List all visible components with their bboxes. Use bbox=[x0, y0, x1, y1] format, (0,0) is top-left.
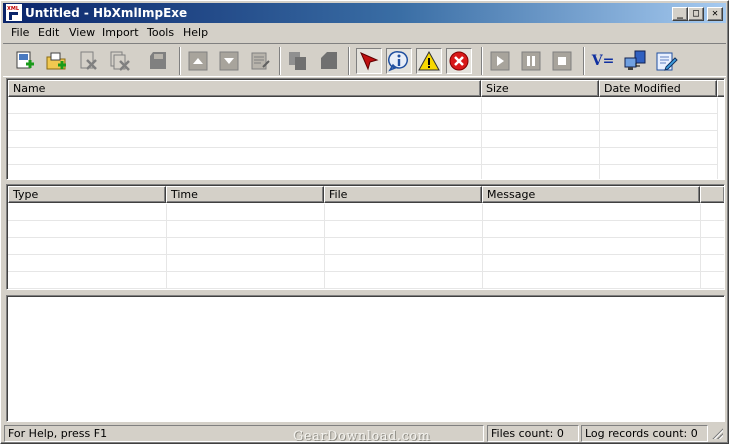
column-header-filler bbox=[700, 186, 724, 203]
toolbar-separator bbox=[179, 47, 181, 75]
grid-line bbox=[599, 98, 600, 179]
resize-grip[interactable] bbox=[711, 427, 723, 439]
log-list[interactable]: Type Time File Message bbox=[6, 184, 725, 290]
grid-line bbox=[481, 98, 482, 179]
toolbar: V= bbox=[3, 43, 726, 77]
grid-line bbox=[8, 288, 724, 289]
menu-file[interactable]: File bbox=[9, 26, 31, 39]
properties-icon[interactable] bbox=[247, 48, 273, 74]
menu-import[interactable]: Import bbox=[100, 26, 141, 39]
svg-text:XML: XML bbox=[7, 6, 20, 12]
column-header-date-modified[interactable]: Date Modified bbox=[599, 80, 717, 97]
grid-line bbox=[8, 164, 718, 165]
error-icon[interactable] bbox=[446, 48, 472, 74]
grid-line bbox=[8, 113, 718, 114]
column-header-filler bbox=[717, 80, 724, 97]
output-pane[interactable] bbox=[6, 295, 725, 422]
column-header-size[interactable]: Size bbox=[481, 80, 599, 97]
grid-line bbox=[8, 237, 724, 238]
pause-icon[interactable] bbox=[518, 48, 544, 74]
column-header-name[interactable]: Name bbox=[8, 80, 481, 97]
column-header-file[interactable]: File bbox=[324, 186, 482, 203]
remove-all-icon[interactable] bbox=[107, 48, 133, 74]
pointer-icon[interactable] bbox=[356, 48, 382, 74]
xml-app-icon: XML bbox=[6, 4, 22, 21]
toolbar-separator bbox=[481, 47, 483, 75]
add-folder-icon[interactable] bbox=[43, 48, 69, 74]
window-title: Untitled - HbXmlImpExe bbox=[25, 6, 188, 20]
grid-line bbox=[324, 204, 325, 289]
minimize-button[interactable]: _ bbox=[672, 7, 688, 21]
move-up-icon[interactable] bbox=[185, 48, 211, 74]
move-down-icon[interactable] bbox=[216, 48, 242, 74]
play-icon[interactable] bbox=[487, 48, 513, 74]
grid-line bbox=[166, 204, 167, 289]
copy-icon[interactable] bbox=[285, 48, 311, 74]
column-header-time[interactable]: Time bbox=[166, 186, 324, 203]
grid-line bbox=[717, 98, 718, 179]
new-file-icon[interactable] bbox=[11, 48, 37, 74]
save-icon[interactable] bbox=[145, 48, 171, 74]
menu-edit[interactable]: Edit bbox=[36, 26, 61, 39]
grid-line bbox=[8, 130, 718, 131]
status-log-count: Log records count: 0 bbox=[581, 425, 708, 442]
grid-line bbox=[8, 147, 718, 148]
paste-icon[interactable] bbox=[316, 48, 342, 74]
menu-tools[interactable]: Tools bbox=[145, 26, 176, 39]
toolbar-separator bbox=[279, 47, 281, 75]
grid-line bbox=[700, 204, 701, 289]
column-header-type[interactable]: Type bbox=[8, 186, 166, 203]
menu-view[interactable]: View bbox=[67, 26, 97, 39]
column-header-message[interactable]: Message bbox=[482, 186, 700, 203]
remove-file-icon[interactable] bbox=[75, 48, 101, 74]
grid-line bbox=[482, 204, 483, 289]
close-button[interactable]: ✕ bbox=[707, 7, 723, 21]
info-icon[interactable] bbox=[386, 48, 412, 74]
connection-icon[interactable] bbox=[622, 48, 648, 74]
app-window: XML Untitled - HbXmlImpExe _ □ ✕ File Ed… bbox=[0, 0, 729, 444]
stop-icon[interactable] bbox=[549, 48, 575, 74]
variables-label: V= bbox=[591, 53, 615, 69]
title-bar[interactable]: XML Untitled - HbXmlImpExe _ □ ✕ bbox=[3, 3, 726, 23]
maximize-button[interactable]: □ bbox=[688, 7, 704, 21]
files-list[interactable]: Name Size Date Modified bbox=[6, 78, 725, 180]
toolbar-separator bbox=[583, 47, 585, 75]
grid-line bbox=[8, 271, 724, 272]
grid-line bbox=[8, 220, 724, 221]
warning-icon[interactable] bbox=[416, 48, 442, 74]
variables-icon[interactable]: V= bbox=[590, 48, 616, 74]
watermark-text: GearDownload.com bbox=[293, 429, 431, 444]
menu-help[interactable]: Help bbox=[181, 26, 210, 39]
status-files-count: Files count: 0 bbox=[487, 425, 579, 442]
menu-bar: File Edit View Import Tools Help bbox=[3, 24, 726, 42]
grid-line bbox=[8, 254, 724, 255]
toolbar-separator bbox=[348, 47, 350, 75]
edit-settings-icon[interactable] bbox=[653, 48, 679, 74]
